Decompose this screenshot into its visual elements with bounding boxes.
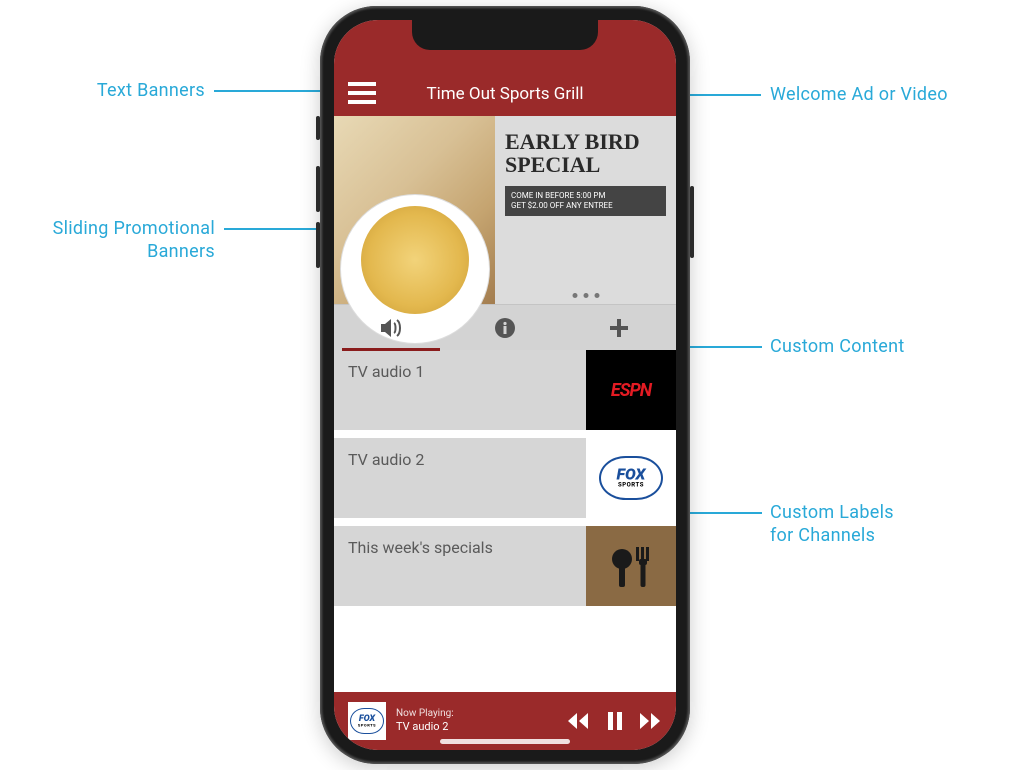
list-item[interactable]: TV audio 1 ESPN [334, 350, 676, 438]
app-title: Time Out Sports Grill [426, 84, 583, 104]
channel-logo-espn: ESPN [586, 350, 676, 430]
tab-info[interactable] [448, 305, 562, 350]
power-button[interactable] [690, 186, 694, 258]
now-playing-thumb[interactable]: FOX SPORTS [348, 702, 386, 740]
promo-image [334, 116, 495, 304]
callout-custom-content: Custom Content [770, 336, 905, 357]
callout-label-line2: for Channels [770, 525, 875, 546]
promo-badge: COME IN BEFORE 5:00 PM GET $2.00 OFF ANY… [505, 186, 666, 216]
leader-line [214, 90, 334, 92]
callout-label: Text Banners [97, 80, 205, 101]
callout-text-banners: Text Banners [20, 80, 205, 101]
now-playing-track: TV audio 2 [396, 720, 558, 733]
volume-up[interactable] [316, 166, 320, 212]
callout-label-line2: Banners [147, 241, 215, 262]
list-item[interactable]: This week's specials [334, 526, 676, 614]
list-item[interactable]: TV audio 2 FOX SPORTS [334, 438, 676, 526]
phone-notch [412, 20, 598, 50]
channel-label: TV audio 1 [334, 350, 586, 430]
now-playing-meta: Now Playing: TV audio 2 [396, 708, 558, 733]
mute-switch[interactable] [316, 116, 320, 140]
callout-label: Custom Content [770, 336, 905, 357]
promo-title-line2: SPECIAL [505, 152, 600, 177]
promo-badge-line1: COME IN BEFORE 5:00 PM [511, 191, 605, 200]
player-controls [568, 712, 662, 730]
channel-thumb-food [586, 526, 676, 606]
channel-label: TV audio 2 [334, 438, 586, 518]
callout-label-line1: Sliding Promotional [53, 218, 215, 239]
now-playing-label: Now Playing: [396, 708, 558, 720]
channel-list[interactable]: TV audio 1 ESPN TV audio 2 FOX SPORTS Th… [334, 350, 676, 692]
promo-title: EARLY BIRD SPECIAL [505, 130, 666, 176]
callout-custom-labels: Custom Labels for Channels [770, 502, 894, 547]
rewind-button[interactable] [568, 713, 590, 729]
callout-welcome-ad: Welcome Ad or Video [770, 84, 948, 105]
plus-icon [608, 317, 630, 339]
forward-icon [640, 713, 662, 729]
promo-text-panel: EARLY BIRD SPECIAL COME IN BEFORE 5:00 P… [495, 116, 676, 304]
tab-bar [334, 304, 676, 350]
callout-label-line1: Custom Labels [770, 502, 894, 523]
home-indicator[interactable] [440, 739, 570, 744]
espn-logo-text: ESPN [611, 380, 651, 401]
channel-logo-fox: FOX SPORTS [586, 438, 676, 518]
pause-icon [608, 712, 622, 730]
food-shape [361, 206, 469, 314]
phone-screen: Time Out Sports Grill EARLY BIRD SPECIAL… [334, 20, 676, 750]
promo-badge-line2: GET $2.00 OFF ANY ENTREE [511, 201, 613, 210]
callout-sliding-banners: Sliding Promotional Banners [20, 218, 215, 263]
carousel-dots[interactable] [572, 293, 599, 298]
menu-icon[interactable] [348, 82, 376, 104]
info-icon [494, 317, 516, 339]
promo-title-line1: EARLY BIRD [505, 129, 640, 154]
channel-label: This week's specials [334, 526, 586, 606]
tab-plus[interactable] [562, 305, 676, 350]
volume-down[interactable] [316, 222, 320, 268]
pause-button[interactable] [608, 712, 622, 730]
callout-label: Welcome Ad or Video [770, 84, 948, 105]
promo-banner[interactable]: EARLY BIRD SPECIAL COME IN BEFORE 5:00 P… [334, 116, 676, 304]
rewind-icon [568, 713, 590, 729]
fox-logo-sub: SPORTS [618, 482, 644, 489]
fox-logo-sub: SPORTS [358, 723, 376, 728]
forward-button[interactable] [640, 713, 662, 729]
utensils-icon [604, 539, 658, 593]
phone-frame: Time Out Sports Grill EARLY BIRD SPECIAL… [320, 6, 690, 764]
tab-audio[interactable] [334, 305, 448, 350]
speaker-icon [379, 318, 403, 338]
